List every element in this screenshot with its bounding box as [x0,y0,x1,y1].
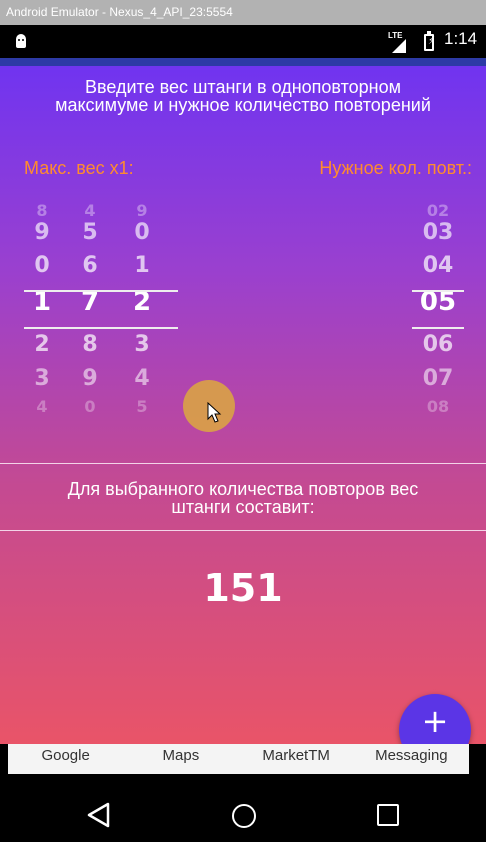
mouse-cursor-icon [207,402,222,423]
dock-item-market[interactable]: MarketTM [239,744,354,774]
weight-digit-option[interactable]: 3 [22,366,62,392]
home-icon[interactable] [232,804,256,828]
result-caption-line-1: Для выбранного количества повторов вес [67,479,419,499]
weight-digit-option[interactable]: 9 [22,220,62,246]
weight-digit-option[interactable]: 5 [70,220,110,246]
weight-digit-option[interactable]: 1 [122,253,162,279]
weight-digit-option[interactable]: 0 [70,394,110,420]
instruction-line-1: Введите вес штанги в одноповторном [85,77,401,97]
picker-divider [24,327,178,329]
weight-digit-option[interactable]: 2 [22,332,62,358]
max-weight-label: Макс. вес x1: [24,158,134,178]
instruction-line-2: максимуме и нужное количество повторений [55,95,431,115]
back-icon[interactable] [86,802,112,828]
weight-digit-option[interactable]: 4 [22,394,62,420]
status-clock: 1:14 [444,29,478,48]
emulator-screen: Android Emulator - Nexus_4_API_23:5554 L… [0,0,486,842]
recent-apps-icon[interactable] [377,804,399,826]
result-caption: Для выбранного количества повторов вес ш… [0,480,486,516]
weight-digit-option[interactable]: 4 [122,366,162,392]
reps-value-option[interactable]: 08 [412,394,464,420]
picker-divider [412,290,464,292]
dock-item-messaging[interactable]: Messaging [354,744,469,774]
window-title: Android Emulator - Nexus_4_API_23:5554 [0,0,486,25]
android-icon [16,34,26,48]
dock-item-google[interactable]: Google [8,744,123,774]
reps-value-selected[interactable]: 05 [412,289,464,315]
section-divider [0,463,486,464]
reps-label: Нужное кол. повт.: [319,158,472,178]
instruction-text: Введите вес штанги в одноповторном макси… [0,78,486,114]
navigation-bar [0,774,486,842]
weight-digit-option[interactable]: 6 [70,253,110,279]
weight-picker[interactable]: 8901234 4567890 9012345 [22,198,178,424]
weight-digit-selected[interactable]: 7 [70,289,110,315]
picker-divider [24,290,178,292]
weight-digit-option[interactable]: 3 [122,332,162,358]
shortcut-dock: Google Maps MarketTM Messaging [8,744,469,774]
plus-icon: + [421,702,449,740]
result-caption-line-2: штанги составит: [171,497,315,517]
weight-digit-option[interactable]: 8 [70,332,110,358]
battery-icon: ⚡ [424,31,435,51]
reps-picker[interactable]: 02 03 04 05 06 07 08 [412,198,464,424]
reps-value-option[interactable]: 04 [412,253,464,279]
app-bar [0,58,486,66]
weight-digit-selected[interactable]: 1 [22,289,62,315]
reps-value-option[interactable]: 06 [412,332,464,358]
weight-digit-option[interactable]: 9 [70,366,110,392]
weight-digit-option[interactable]: 0 [22,253,62,279]
weight-digit-option[interactable]: 0 [122,220,162,246]
result-value: 151 [203,566,283,610]
weight-digit-option[interactable]: 5 [122,394,162,420]
weight-digit-selected[interactable]: 2 [122,289,162,315]
reps-wheel[interactable]: 02 03 04 05 06 07 08 [412,198,464,424]
reps-value-option[interactable]: 03 [412,220,464,246]
weight-units-wheel[interactable]: 9012345 [122,198,162,424]
signal-icon [392,39,406,53]
weight-hundreds-wheel[interactable]: 8901234 [22,198,62,424]
status-bar: LTE ⚡ 1:14 [0,25,486,58]
app-content: Введите вес штанги в одноповторном макси… [0,66,486,766]
section-divider [0,530,486,531]
weight-tens-wheel[interactable]: 4567890 [70,198,110,424]
reps-value-option[interactable]: 07 [412,366,464,392]
dock-item-maps[interactable]: Maps [123,744,238,774]
picker-divider [412,327,464,329]
